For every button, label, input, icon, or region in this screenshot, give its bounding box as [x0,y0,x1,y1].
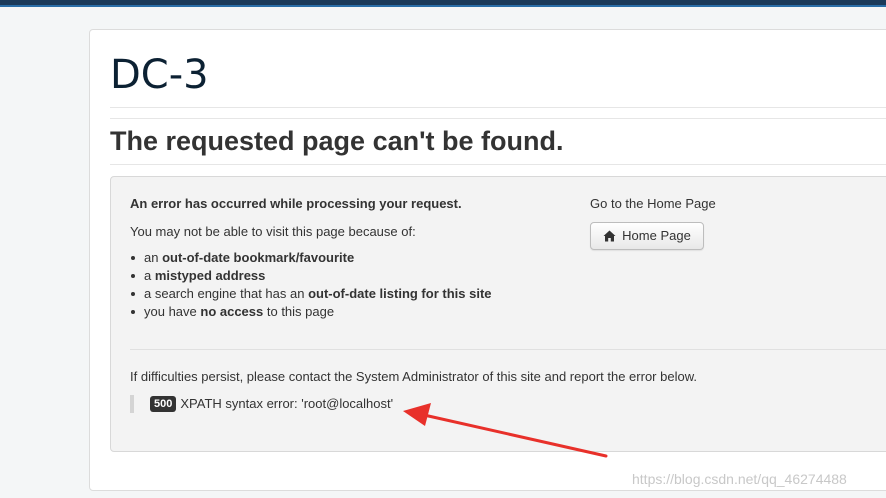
divider [110,164,886,165]
home-icon [603,225,616,251]
reason-item: a mistyped address [130,267,492,285]
browser-top-bar [0,0,886,7]
site-title[interactable]: DC-3 [110,52,209,98]
home-page-heading: Go to the Home Page [590,196,716,211]
reasons-list: an out-of-date bookmark/favourite a mist… [130,249,492,321]
error-code-badge: 500 [150,396,177,412]
error-intro-text: You may not be able to visit this page b… [130,224,416,239]
divider [110,107,886,108]
reason-item: you have no access to this page [130,303,492,321]
reason-item: a search engine that has an out-of-date … [130,285,492,303]
divider [130,349,886,350]
error-heading: The requested page can't be found. [110,126,564,156]
persist-text: If difficulties persist, please contact … [130,369,697,384]
divider [110,118,886,119]
error-quote: 500 XPATH syntax error: 'root@localhost' [130,395,393,413]
home-page-button[interactable]: Home Page [590,222,704,250]
watermark: https://blog.csdn.net/qq_46274488 [632,471,847,487]
home-page-button-label: Home Page [622,228,691,243]
reason-item: an out-of-date bookmark/favourite [130,249,492,267]
error-message: XPATH syntax error: 'root@localhost' [180,396,394,411]
red-arrow-annotation [403,403,608,458]
error-lead-text: An error has occurred while processing y… [130,196,462,211]
